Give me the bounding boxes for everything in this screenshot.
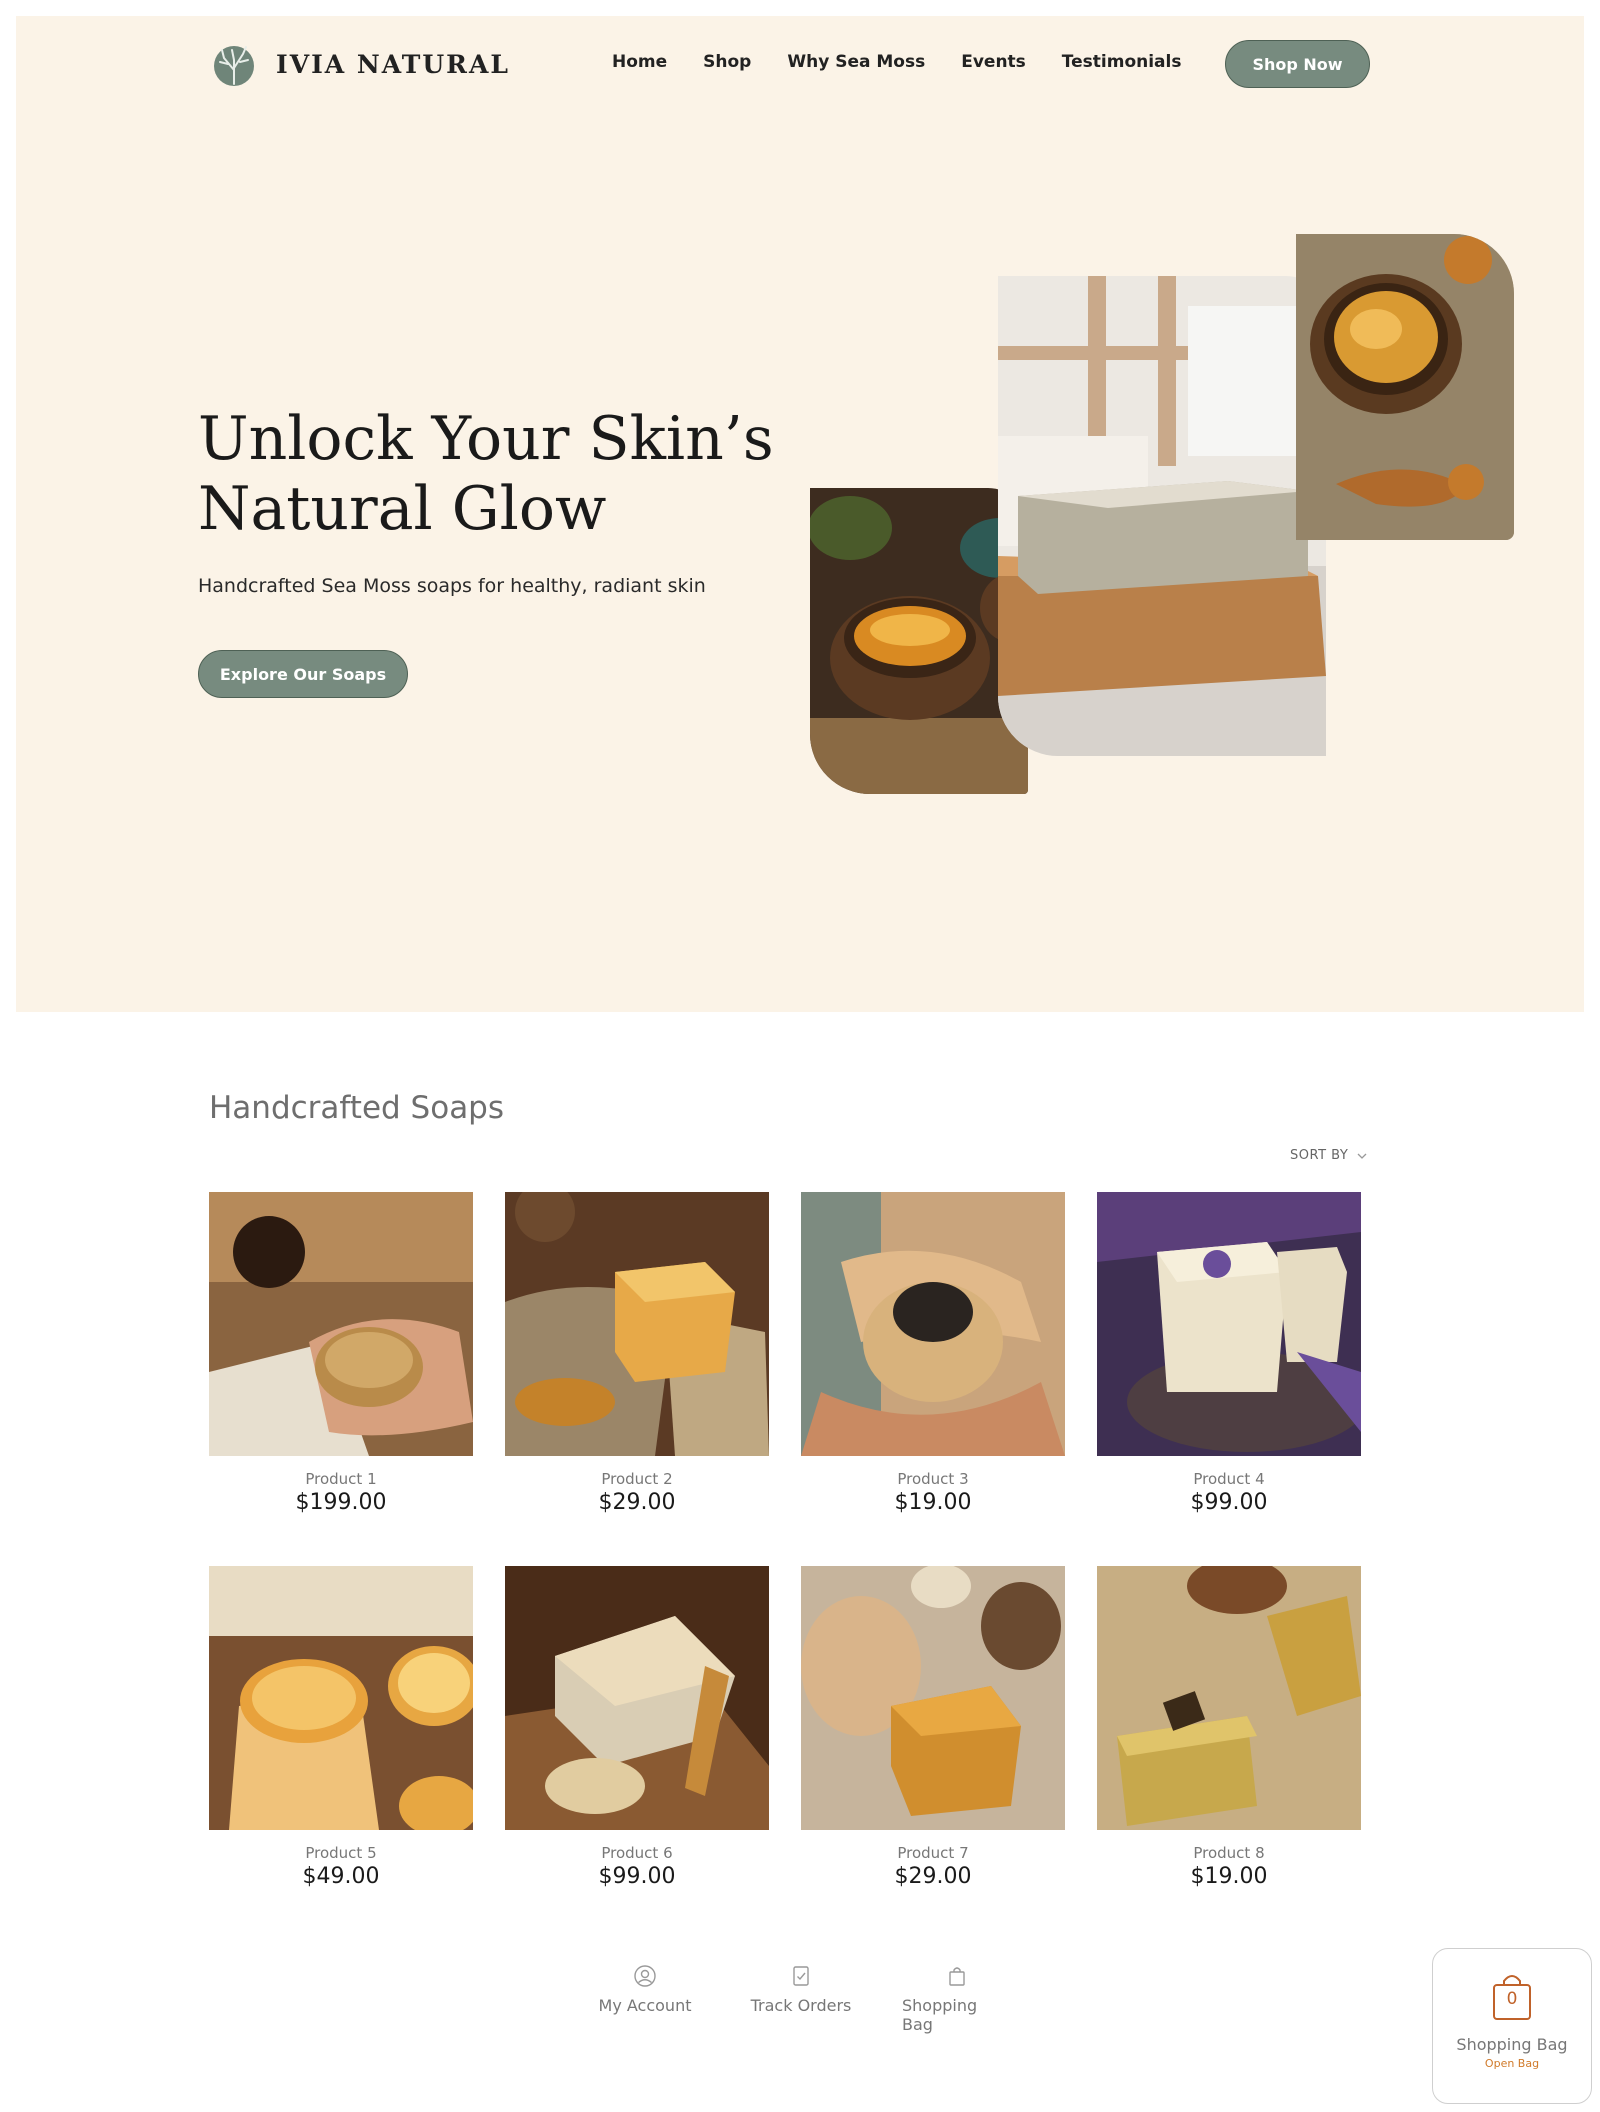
coral-logo-icon — [214, 46, 254, 86]
product-price: $49.00 — [302, 1864, 380, 1889]
main-nav: Home Shop Why Sea Moss Events Testimonia… — [612, 52, 1181, 72]
track-orders-link[interactable]: Track Orders — [746, 1964, 856, 2034]
product-image[interactable] — [801, 1192, 1065, 1456]
product-name[interactable]: Product 3 — [801, 1470, 1065, 1488]
product-price: $19.00 — [1190, 1864, 1268, 1889]
footer-nav: My Account Track Orders Shopping Bag — [590, 1964, 1012, 2034]
explore-soaps-button[interactable]: Explore Our Soaps — [198, 650, 408, 698]
product-image[interactable] — [505, 1192, 769, 1456]
product-card[interactable]: Product 3 $19.00 — [801, 1192, 1065, 1515]
nav-home[interactable]: Home — [612, 52, 667, 72]
catalog-title: Handcrafted Soaps — [209, 1090, 505, 1126]
sort-by-dropdown[interactable]: SORT BY — [1290, 1148, 1367, 1163]
bag-count: 0 — [1506, 1989, 1518, 2009]
shopping-bag-link[interactable]: Shopping Bag — [902, 1964, 1012, 2034]
user-icon — [634, 1965, 656, 1987]
product-name[interactable]: Product 4 — [1097, 1470, 1361, 1488]
product-card[interactable]: Product 1 $199.00 — [209, 1192, 473, 1515]
product-card[interactable]: Product 5 $49.00 — [209, 1566, 473, 1889]
open-bag-link[interactable]: Open Bag — [1485, 2057, 1539, 2070]
product-image[interactable] — [209, 1192, 473, 1456]
brand-name: IVIA NATURAL — [276, 49, 510, 79]
product-image[interactable] — [209, 1566, 473, 1830]
product-card[interactable]: Product 6 $99.00 — [505, 1566, 769, 1889]
hero-headline: Unlock Your Skin’s Natural Glow — [198, 404, 798, 544]
hero-subtitle: Handcrafted Sea Moss soaps for healthy, … — [198, 575, 706, 597]
product-card[interactable]: Product 2 $29.00 — [505, 1192, 769, 1515]
product-image[interactable] — [1097, 1192, 1361, 1456]
hero-headline-line2: Natural Glow — [198, 474, 607, 544]
nav-testimonials[interactable]: Testimonials — [1062, 52, 1182, 72]
product-name[interactable]: Product 6 — [505, 1844, 769, 1862]
product-price: $199.00 — [295, 1490, 387, 1515]
product-card[interactable]: Product 8 $19.00 — [1097, 1566, 1361, 1889]
product-name[interactable]: Product 7 — [801, 1844, 1065, 1862]
product-image[interactable] — [1097, 1566, 1361, 1830]
nav-shop[interactable]: Shop — [703, 52, 751, 72]
hero-image-soap-bar — [998, 276, 1326, 756]
shopping-bag-label: Shopping Bag — [902, 1996, 978, 2034]
my-account-label: My Account — [598, 1996, 692, 2015]
product-card[interactable]: Product 7 $29.00 — [801, 1566, 1065, 1889]
chevron-down-icon — [1357, 1153, 1367, 1159]
product-price: $99.00 — [1190, 1490, 1268, 1515]
checklist-icon — [793, 1966, 809, 1986]
product-card[interactable]: Product 4 $99.00 — [1097, 1192, 1361, 1515]
product-price: $99.00 — [598, 1864, 676, 1889]
hero-headline-line1: Unlock Your Skin’s — [198, 404, 774, 474]
my-account-link[interactable]: My Account — [590, 1964, 700, 2034]
nav-events[interactable]: Events — [961, 52, 1026, 72]
product-name[interactable]: Product 5 — [209, 1844, 473, 1862]
sort-by-label: SORT BY — [1290, 1148, 1349, 1163]
product-name[interactable]: Product 2 — [505, 1470, 769, 1488]
product-price: $29.00 — [598, 1490, 676, 1515]
product-name[interactable]: Product 1 — [209, 1470, 473, 1488]
shopping-bag-widget[interactable]: 0 Shopping Bag Open Bag — [1432, 1948, 1592, 2104]
product-price: $19.00 — [894, 1490, 972, 1515]
hero-image-honey-bowl — [1296, 234, 1514, 540]
track-orders-label: Track Orders — [750, 1996, 852, 2015]
bag-icon — [949, 1967, 965, 1986]
shop-now-button[interactable]: Shop Now — [1225, 40, 1370, 88]
product-image[interactable] — [801, 1566, 1065, 1830]
nav-why-sea-moss[interactable]: Why Sea Moss — [787, 52, 925, 72]
hero-image-sea-moss-bowls — [810, 488, 1028, 794]
brand-logo[interactable]: IVIA NATURAL — [210, 40, 510, 88]
product-price: $29.00 — [894, 1864, 972, 1889]
product-image[interactable] — [505, 1566, 769, 1830]
bag-widget-label: Shopping Bag — [1456, 2035, 1568, 2054]
bag-widget-icon-wrap: 0 — [1490, 1973, 1534, 2021]
product-name[interactable]: Product 8 — [1097, 1844, 1361, 1862]
